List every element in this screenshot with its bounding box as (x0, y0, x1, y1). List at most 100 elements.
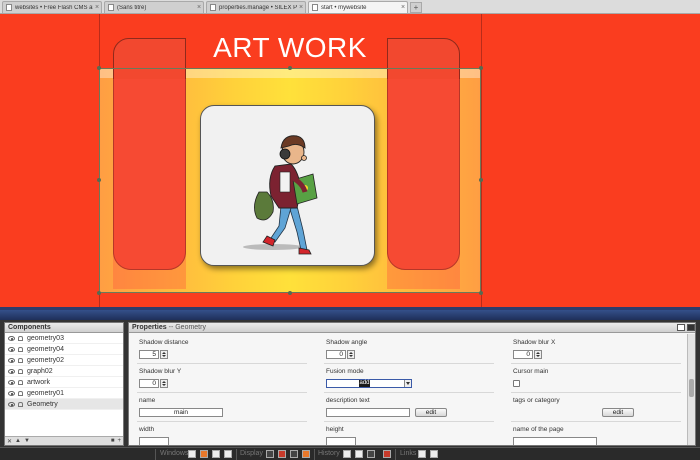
resize-handle[interactable] (97, 66, 101, 70)
display-label: Display (240, 450, 263, 457)
fusion-mode-value: add (359, 380, 370, 387)
close-icon[interactable]: × (93, 4, 101, 11)
help-icon[interactable] (430, 450, 438, 458)
close-icon[interactable]: × (297, 4, 305, 11)
component-item[interactable]: geometry02 (5, 355, 123, 366)
resize-handle[interactable] (479, 291, 483, 295)
window-icon[interactable] (188, 450, 196, 458)
fusion-mode-select[interactable]: add (326, 379, 412, 388)
cursor-main-checkbox[interactable] (513, 380, 520, 387)
shadow-blur-x-input[interactable]: 0 (513, 350, 533, 359)
name-input[interactable]: main (139, 408, 223, 417)
divider (511, 421, 681, 422)
shadow-distance-input[interactable]: 5 (139, 350, 159, 359)
component-item[interactable]: geometry03 (5, 333, 123, 344)
lock-icon[interactable] (18, 379, 23, 385)
name-label: name (139, 397, 156, 404)
chevron-down-icon[interactable] (404, 380, 411, 387)
description-input[interactable] (326, 408, 410, 417)
lock-icon[interactable] (18, 346, 23, 352)
resize-handle[interactable] (97, 291, 101, 295)
shadow-blur-y-input[interactable]: 0 (139, 379, 159, 388)
resize-handle[interactable] (97, 178, 101, 182)
undo-icon[interactable] (355, 450, 363, 458)
shadow-angle-input[interactable]: 0 (326, 350, 346, 359)
move-down-icon[interactable]: ▼ (24, 438, 30, 444)
visibility-icon[interactable] (8, 335, 15, 341)
close-icon[interactable] (224, 450, 232, 458)
visibility-icon[interactable] (8, 379, 15, 385)
visibility-icon[interactable] (8, 390, 15, 396)
redo-icon[interactable] (367, 450, 375, 458)
width-label: width (139, 426, 155, 433)
separator (395, 449, 396, 460)
lock-icon[interactable] (18, 390, 23, 396)
properties-scrollbar[interactable] (687, 334, 695, 445)
resize-handle[interactable] (288, 66, 292, 70)
divider (324, 392, 494, 393)
component-item[interactable]: artwork (5, 377, 123, 388)
move-up-icon[interactable]: ▲ (15, 438, 21, 444)
add-icon[interactable]: + (117, 438, 121, 444)
close-icon[interactable]: ✕ (7, 438, 12, 445)
component-item-selected[interactable]: Geometry (5, 399, 123, 410)
scrollbar-thumb[interactable] (689, 379, 694, 397)
cursor-main-label: Cursor main (513, 368, 549, 375)
editor-stage[interactable]: ART WORK (0, 14, 700, 310)
stepper-arrows-icon[interactable] (160, 350, 168, 359)
close-icon[interactable]: × (195, 4, 203, 11)
divider (324, 421, 494, 422)
lock-icon[interactable] (18, 401, 23, 407)
tab-sans-titre[interactable]: (Sans titre) × (104, 1, 204, 13)
resize-handle[interactable] (479, 66, 483, 70)
description-edit-button[interactable]: edit (415, 408, 447, 417)
resize-handle[interactable] (288, 291, 292, 295)
resize-handle[interactable] (479, 178, 483, 182)
width-input[interactable] (139, 437, 169, 445)
window-icon[interactable] (212, 450, 220, 458)
tab-websites[interactable]: websites • Free Flash CMS and wysi... × (2, 1, 102, 13)
tab-start-mywebsite[interactable]: start • mywebsite × (308, 1, 408, 13)
lock-icon[interactable] (18, 357, 23, 363)
properties-panel: Properties -- Geometry Shadow distance 5… (128, 322, 696, 446)
stage-title[interactable]: ART WORK (190, 32, 390, 64)
page-name-input[interactable] (513, 437, 597, 445)
fusion-mode-label: Fusion mode (326, 368, 364, 375)
user-icon[interactable] (418, 450, 426, 458)
visibility-icon[interactable] (8, 368, 15, 374)
component-item[interactable]: graph02 (5, 366, 123, 377)
component-item[interactable]: geometry04 (5, 344, 123, 355)
display-icon[interactable] (278, 450, 286, 458)
height-input[interactable] (326, 437, 356, 445)
bottom-toolbar: Windows Display History Links (0, 447, 700, 460)
stop-icon[interactable] (383, 450, 391, 458)
visibility-icon[interactable] (8, 357, 15, 363)
trash-icon[interactable]: ■ (111, 438, 115, 444)
display-icon[interactable] (290, 450, 298, 458)
close-panel-icon[interactable] (687, 324, 695, 331)
stepper-arrows-icon[interactable] (160, 379, 168, 388)
properties-title: Properties (132, 323, 167, 331)
stepper-arrows-icon[interactable] (347, 350, 355, 359)
stage-footer-band (0, 310, 700, 320)
tags-edit-button[interactable]: edit (602, 408, 634, 417)
visibility-icon[interactable] (8, 401, 15, 407)
close-icon[interactable]: × (399, 4, 407, 11)
stepper-arrows-icon[interactable] (534, 350, 542, 359)
lock-icon[interactable] (18, 335, 23, 341)
component-item[interactable]: geometry01 (5, 388, 123, 399)
detach-icon[interactable] (677, 324, 685, 331)
divider (137, 421, 307, 422)
display-icon[interactable] (266, 450, 274, 458)
divider (511, 363, 681, 364)
component-label: geometry04 (27, 345, 64, 353)
window-icon[interactable] (200, 450, 208, 458)
tab-properties-manage[interactable]: properties.manage • SILEX PUBLICA... × (206, 1, 306, 13)
component-label: geometry02 (27, 356, 64, 364)
history-list-icon[interactable] (343, 450, 351, 458)
components-toolbar: ✕ ▲ ▼ ■ + (5, 436, 123, 445)
new-tab-button[interactable]: + (410, 2, 422, 13)
visibility-icon[interactable] (8, 346, 15, 352)
display-icon[interactable] (302, 450, 310, 458)
lock-icon[interactable] (18, 368, 23, 374)
